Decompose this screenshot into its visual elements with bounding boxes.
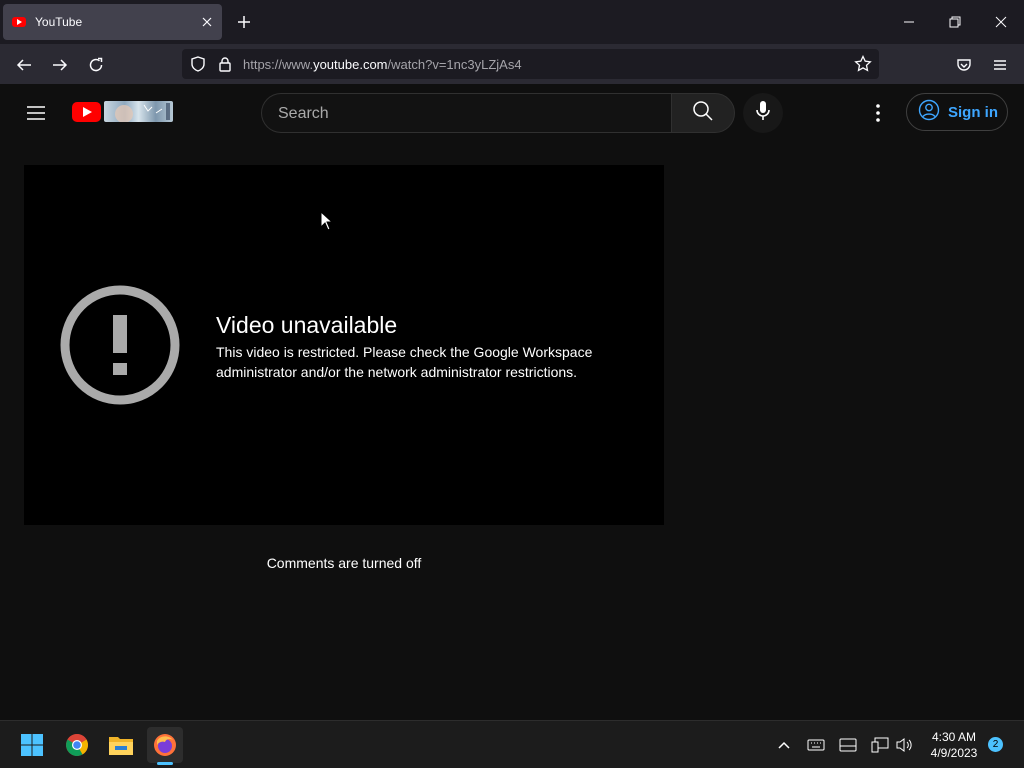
new-tab-plus-icon[interactable] (233, 11, 255, 33)
reload-icon[interactable] (84, 53, 108, 77)
youtube-doodle-image[interactable] (104, 101, 173, 122)
browser-nav-bar: https://www.youtube.com/watch?v=1nc3yLZj… (0, 44, 1024, 84)
comments-status: Comments are turned off (266, 555, 422, 571)
youtube-logo-icon[interactable] (72, 102, 101, 122)
taskbar-clock[interactable]: 4:30 AM 4/9/2023 (922, 729, 986, 761)
search-placeholder: Search (278, 105, 329, 122)
firefox-icon[interactable] (147, 727, 183, 763)
restore-icon[interactable] (944, 11, 966, 33)
bookmark-star-icon[interactable] (854, 54, 872, 78)
forward-arrow-icon[interactable] (48, 53, 72, 77)
settings-more-vertical-icon[interactable] (866, 101, 890, 125)
tab-title: YouTube (35, 15, 83, 29)
close-tab-icon[interactable] (199, 14, 215, 30)
network-icon[interactable] (870, 735, 890, 755)
app-menu-icon[interactable] (988, 53, 1012, 77)
minimize-icon[interactable] (898, 11, 920, 33)
lock-icon[interactable] (217, 56, 233, 77)
youtube-masthead: Search Sign in (0, 84, 1024, 140)
active-app-indicator (157, 762, 173, 765)
account-circle-icon (918, 99, 940, 126)
sign-in-label: Sign in (948, 103, 998, 121)
back-arrow-icon[interactable] (12, 53, 36, 77)
sign-in-button[interactable]: Sign in (906, 93, 1008, 131)
microphone-icon (754, 100, 772, 127)
touch-keyboard-icon[interactable] (838, 735, 858, 755)
error-message: This video is restricted. Please check t… (216, 344, 593, 380)
youtube-favicon-icon (12, 17, 26, 27)
volume-icon[interactable] (894, 735, 914, 755)
chrome-icon[interactable] (59, 727, 95, 763)
search-input[interactable]: Search (261, 93, 671, 133)
tab-youtube[interactable]: YouTube (3, 4, 222, 40)
search-button[interactable] (671, 93, 735, 133)
shield-icon[interactable] (190, 56, 206, 77)
windows-start-icon[interactable] (14, 727, 50, 763)
error-exclamation-icon (60, 285, 180, 405)
voice-search-button[interactable] (743, 93, 783, 133)
pocket-icon[interactable] (952, 53, 976, 77)
close-window-icon[interactable] (990, 11, 1012, 33)
chevron-up-icon[interactable] (774, 735, 794, 755)
keyboard-icon[interactable] (806, 735, 826, 755)
video-player[interactable]: Video unavailable This video is restrict… (24, 165, 664, 525)
error-title: Video unavailable (216, 312, 398, 338)
search-icon (692, 100, 714, 127)
notification-badge[interactable]: 2 (988, 737, 1003, 752)
browser-tab-bar: YouTube (0, 0, 1024, 44)
clock-date: 4/9/2023 (930, 746, 978, 760)
url-bar[interactable]: https://www.youtube.com/watch?v=1nc3yLZj… (182, 49, 879, 79)
taskbar: 4:30 AM 4/9/2023 2 (0, 720, 1024, 768)
url-text: https://www.youtube.com/watch?v=1nc3yLZj… (243, 57, 522, 72)
clock-time: 4:30 AM (931, 730, 977, 744)
mouse-cursor-icon (320, 210, 334, 231)
guide-menu-icon[interactable] (24, 101, 48, 125)
file-explorer-icon[interactable] (103, 727, 139, 763)
